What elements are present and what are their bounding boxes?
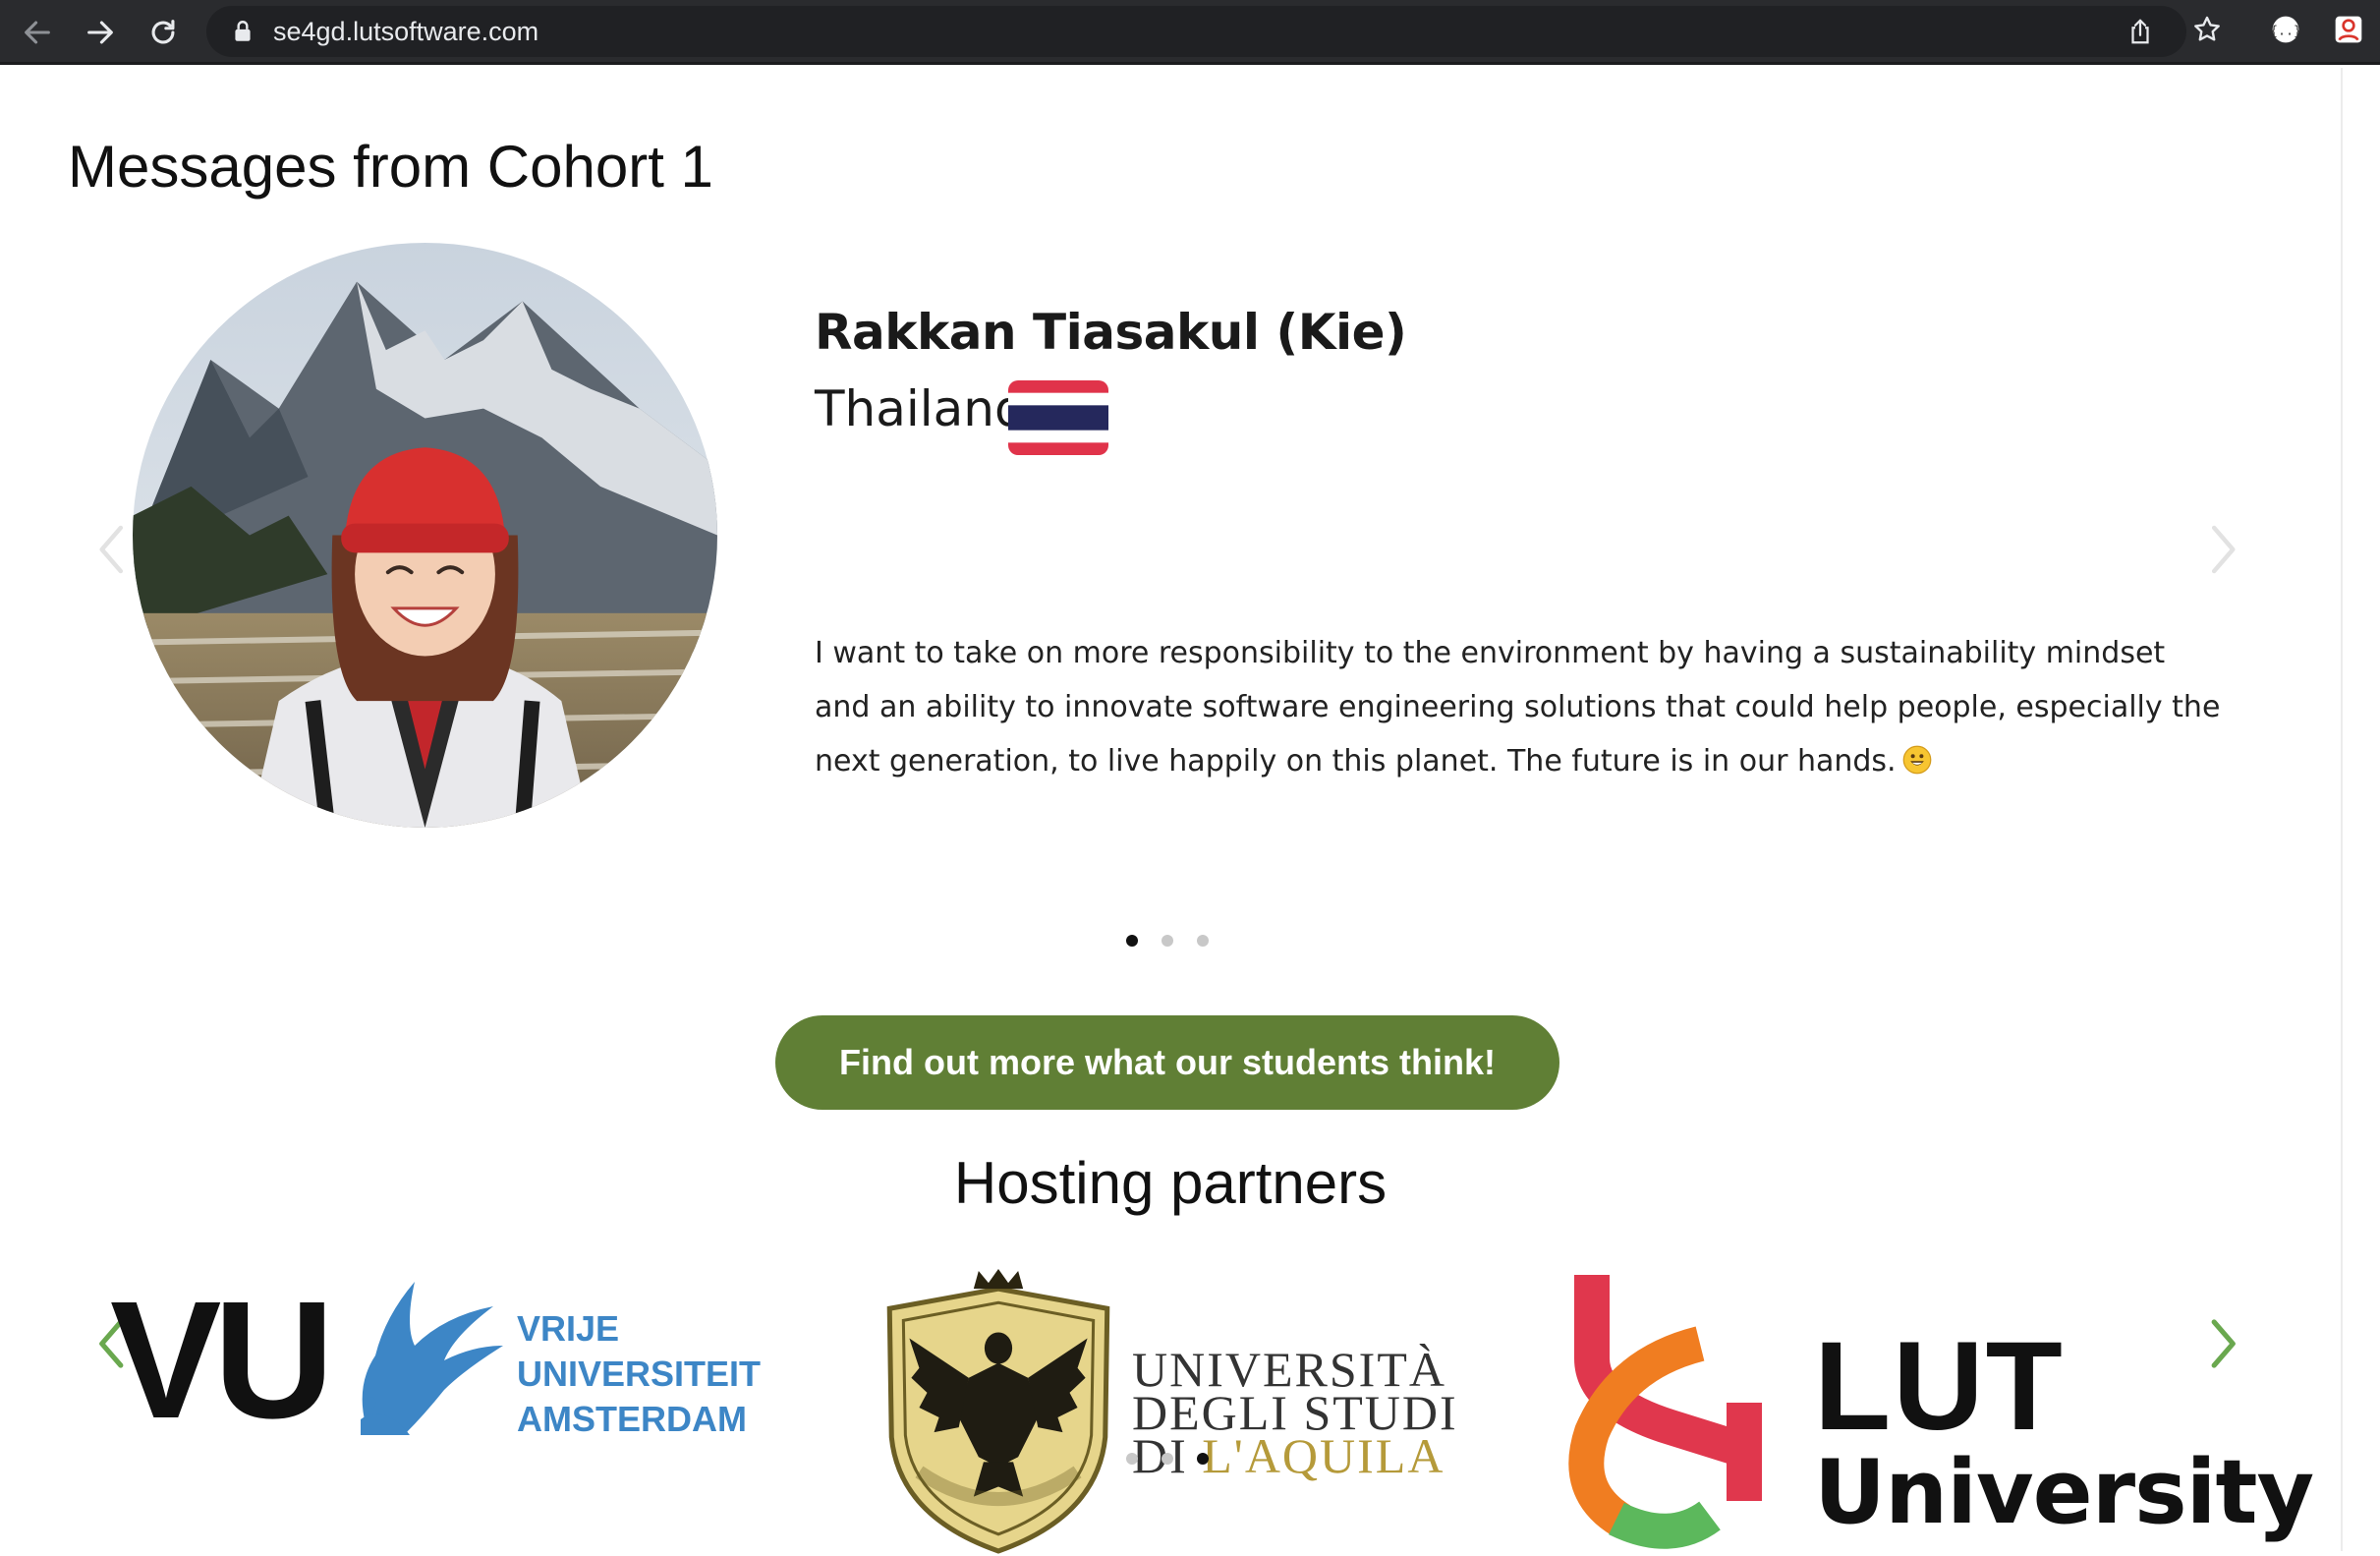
vu-logo-line-3: AMSTERDAM: [517, 1399, 747, 1439]
testimonial-next-arrow[interactable]: [2203, 520, 2242, 579]
eagle-crest-icon: [886, 1269, 1110, 1554]
forward-arrow-icon[interactable]: [77, 9, 124, 56]
lut-logo-line-1: LUT: [1814, 1316, 2065, 1457]
lut-logo-line-2: University: [1814, 1441, 2314, 1544]
partners-pagination: [1126, 1453, 1209, 1469]
address-bar[interactable]: se4gd.lutsoftware.com: [206, 6, 2186, 57]
hosting-partners-title: Hosting partners: [953, 1150, 1388, 1216]
browser-toolbar: se4gd.lutsoftware.com {..}: [0, 0, 2380, 65]
vu-logo-line-1: VRIJE: [517, 1308, 620, 1349]
share-icon[interactable]: [2123, 14, 2158, 49]
testimonial-dot-1[interactable]: [1126, 935, 1138, 947]
student-photo: [133, 243, 717, 828]
testimonial-pagination: [1126, 935, 1209, 951]
testimonial-dot-3[interactable]: [1197, 935, 1209, 947]
vu-amsterdam-logo: VU VRIJE UNIVERSITEIT AMSTERDAM: [110, 1267, 761, 1454]
lut-university-logo: LUT University: [1562, 1265, 2314, 1550]
lut-ampersand-icon: [1568, 1275, 1762, 1549]
thailand-flag-icon: [1008, 380, 1108, 455]
address-url[interactable]: se4gd.lutsoftware.com: [273, 6, 538, 57]
student-name: Rakkan Tiasakul (Kie): [815, 304, 1407, 361]
partners-next-arrow[interactable]: [2203, 1314, 2242, 1373]
profile-icon[interactable]: [2331, 12, 2366, 47]
testimonial-dot-2[interactable]: [1162, 935, 1173, 947]
star-icon[interactable]: [2189, 12, 2225, 47]
lock-icon[interactable]: [230, 19, 255, 44]
student-country: Thailand: [815, 380, 1026, 437]
vu-logo-line-2: UNIVERSITEIT: [517, 1354, 762, 1394]
univaq-logo: UNIVERSITÀ DEGLI STUDI DI L'AQUILA: [878, 1269, 1468, 1556]
page-scroll-gutter: [2341, 68, 2380, 1551]
reload-icon[interactable]: [140, 9, 187, 56]
testimonial-prev-arrow[interactable]: [92, 520, 132, 579]
svg-text:{..}: {..}: [2270, 24, 2301, 38]
smiley-emoji-icon: [1902, 745, 1931, 775]
vu-logo-letters: VU: [110, 1267, 334, 1454]
univaq-logo-line-3b: L'AQUILA: [1202, 1428, 1445, 1483]
student-quote-text: I want to take on more responsibility to…: [815, 636, 2221, 778]
student-quote: I want to take on more responsibility to…: [815, 626, 2230, 788]
students-feedback-button[interactable]: Find out more what our students think!: [775, 1015, 1559, 1110]
partners-dot-1[interactable]: [1126, 1453, 1138, 1465]
vu-logo-text: VRIJE UNIVERSITEIT AMSTERDAM: [517, 1306, 761, 1442]
partners-dot-3[interactable]: [1197, 1453, 1209, 1465]
cohort-messages-title: Messages from Cohort 1: [68, 134, 713, 200]
extension-icon[interactable]: {..}: [2268, 12, 2303, 47]
back-arrow-icon[interactable]: [14, 9, 61, 56]
page-content: Messages from Cohort 1 Rakkan Tiasakul (…: [0, 68, 2341, 1554]
partners-dot-2[interactable]: [1162, 1453, 1173, 1465]
